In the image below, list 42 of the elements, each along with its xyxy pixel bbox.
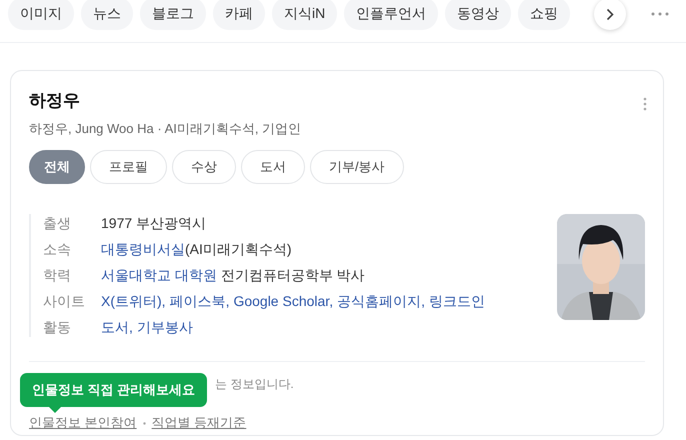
info-label: 활동 bbox=[43, 318, 72, 337]
search-tab[interactable]: 지식iN bbox=[272, 0, 338, 30]
info-link[interactable]: 공식홈페이지 bbox=[337, 293, 422, 309]
separator-dot bbox=[142, 422, 146, 424]
profile-tab[interactable]: 도서 bbox=[241, 150, 305, 184]
footer-link[interactable]: 직업별 등재기준 bbox=[152, 414, 246, 432]
info-link[interactable]: 링크드인 bbox=[428, 293, 485, 309]
search-tab[interactable]: 이미지 bbox=[8, 0, 74, 30]
info-label: 학력 bbox=[43, 266, 72, 285]
info-link[interactable]: 도서 bbox=[101, 319, 129, 335]
profile-tab[interactable]: 기부/봉사 bbox=[310, 150, 404, 184]
profile-tab[interactable]: 수상 bbox=[172, 150, 236, 184]
profile-tab[interactable]: 프로필 bbox=[90, 150, 167, 184]
more-vertical-icon[interactable] bbox=[643, 97, 647, 111]
search-tab[interactable]: 카페 bbox=[213, 0, 265, 30]
info-label: 사이트 bbox=[43, 292, 86, 311]
footer-link[interactable]: 인물정보 본인참여 bbox=[29, 414, 137, 432]
info-value: 대통령비서실(AI미래기획수석) bbox=[101, 240, 293, 259]
person-subtitle: 하정우, Jung Woo Ha · AI미래기획수석, 기업인 bbox=[29, 120, 302, 138]
search-tab[interactable]: 동영상 bbox=[445, 0, 512, 30]
info-link[interactable]: 대통령비서실 bbox=[101, 241, 185, 257]
info-link[interactable]: X(트위터) bbox=[101, 293, 162, 309]
search-tab[interactable]: 뉴스 bbox=[81, 0, 133, 30]
info-value: X(트위터), 페이스북, Google Scholar, 공식홈페이지, 링크드인 bbox=[101, 292, 485, 311]
info-link[interactable]: 기부봉사 bbox=[136, 319, 193, 335]
notice-text: 는 정보입니다. bbox=[215, 377, 294, 391]
info-link[interactable]: 페이스북 bbox=[170, 293, 226, 309]
profile-tab[interactable]: 전체 bbox=[29, 150, 85, 184]
info-value: 서울대학교 대학원 전기컴퓨터공학부 박사 bbox=[101, 266, 366, 285]
info-label: 소속 bbox=[43, 240, 72, 259]
search-tab[interactable]: 쇼핑 bbox=[518, 0, 570, 30]
info-value: 1977 부산광역시 bbox=[101, 214, 208, 233]
info-link[interactable]: 서울대학교 대학원 bbox=[101, 267, 217, 283]
tooltip-pointer bbox=[49, 407, 61, 413]
tooltip: 인물정보 직접 관리해보세요 bbox=[20, 373, 208, 407]
search-tab[interactable]: 블로그 bbox=[140, 0, 206, 30]
chevron-right-icon bbox=[606, 8, 614, 20]
search-tab[interactable]: 인플루언서 bbox=[344, 0, 438, 30]
info-link[interactable]: Google Scholar bbox=[233, 293, 330, 309]
person-name: 하정우 bbox=[29, 90, 80, 112]
info-value: 도서, 기부봉사 bbox=[101, 318, 194, 337]
info-label: 출생 bbox=[43, 214, 72, 233]
